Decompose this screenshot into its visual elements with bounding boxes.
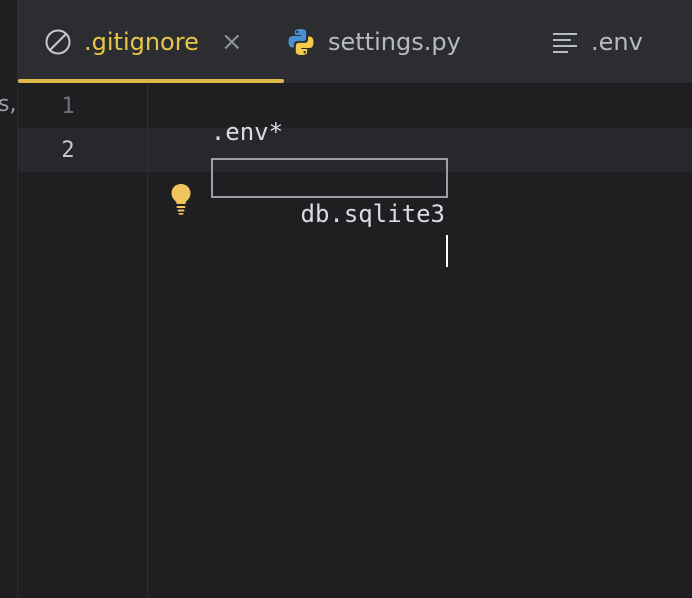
tab-label: .gitignore	[84, 27, 199, 56]
text-file-icon	[551, 28, 579, 56]
tab-label: settings.py	[328, 27, 461, 56]
tab-gitignore[interactable]: .gitignore ×	[18, 0, 284, 83]
text-caret	[446, 235, 448, 267]
python-icon	[286, 27, 316, 57]
active-tab-indicator	[18, 79, 284, 83]
ignore-icon	[44, 28, 72, 56]
line-number-1: 1	[61, 94, 75, 119]
line-number-2: 2	[61, 138, 75, 163]
code-line-2[interactable]: db.sqlite3	[153, 130, 448, 295]
tab-settings-py[interactable]: settings.py	[286, 0, 461, 83]
close-icon[interactable]: ×	[221, 29, 243, 55]
tab-env[interactable]: .env	[551, 0, 643, 83]
left-panel-edge: s,	[0, 0, 18, 598]
tab-label: .env	[591, 27, 643, 56]
code-editor[interactable]: 1 2 .env* db.sqlite3	[18, 84, 692, 598]
code-text: db.sqlite3	[300, 200, 446, 228]
clipped-panel-text: s,	[0, 92, 17, 117]
line-number-gutter[interactable]: 1 2	[18, 84, 148, 598]
lightbulb-icon[interactable]	[169, 183, 193, 219]
highlighted-word: db.sqlite3	[210, 158, 448, 228]
editor-tab-bar: .gitignore × settings.py .env	[18, 0, 692, 84]
